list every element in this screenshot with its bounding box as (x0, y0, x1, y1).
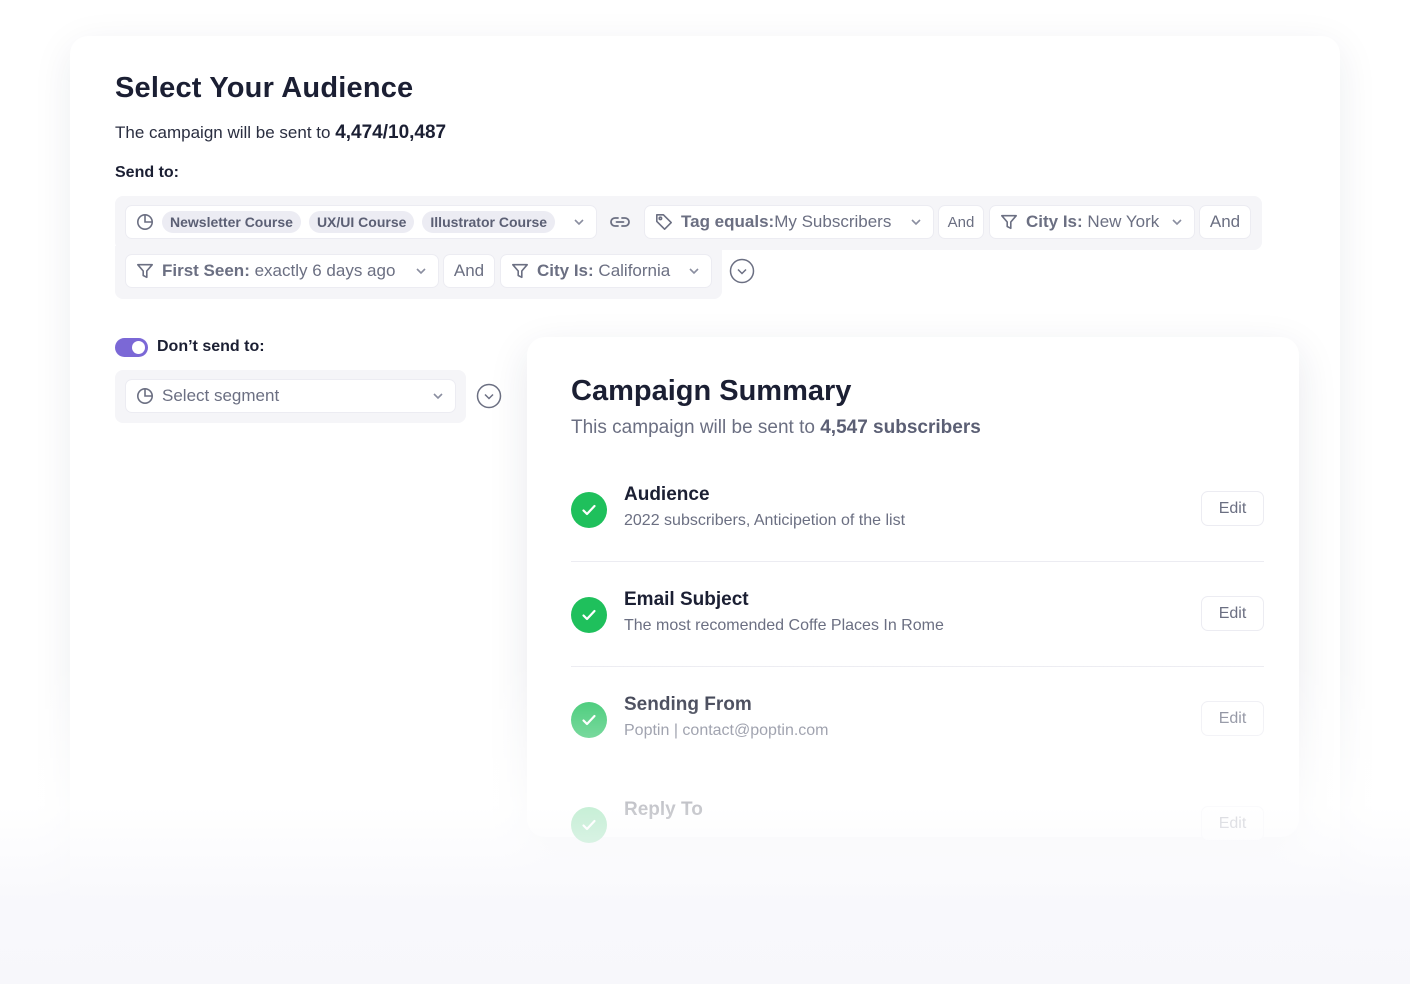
chevron-down-icon (431, 389, 445, 403)
select-segment-placeholder: Select segment (162, 386, 280, 405)
edit-button[interactable]: Edit (1201, 806, 1264, 841)
city-filter[interactable]: City Is: California (500, 254, 712, 288)
summary-row-email-subject: Email Subject The most recomended Coffe … (571, 589, 1264, 702)
summary-row-desc: 2022 subscribers, Anticipetion of the li… (624, 512, 906, 529)
city-filter[interactable]: City Is: New York (989, 205, 1195, 239)
summary-row-title: Audience (624, 484, 710, 505)
city-filter-text: City Is: California (537, 261, 670, 281)
summary-row-title: Reply To (624, 799, 703, 820)
tag-filter-value: My Subscribers (774, 212, 892, 231)
summary-row-title: Sending From (624, 694, 752, 715)
tag-filter-key: Tag equals: (681, 212, 775, 231)
summary-row-reply-to: Reply To Edit (571, 799, 1264, 912)
summary-title: Campaign Summary (571, 375, 852, 407)
check-icon (571, 492, 607, 528)
city-filter-key: City Is: (537, 261, 594, 280)
filter-icon (1000, 213, 1018, 231)
and-operator[interactable]: And (443, 254, 495, 288)
chevron-down-icon (414, 264, 428, 278)
first-seen-key: First Seen: (162, 261, 250, 280)
summary-row-desc: The most recomended Coffe Places In Rome (624, 617, 944, 634)
chevron-down-icon (909, 215, 923, 229)
and-operator[interactable]: And (938, 205, 984, 239)
dont-send-label: Don’t send to: (157, 338, 265, 355)
summary-row-title: Email Subject (624, 589, 749, 610)
and-operator[interactable]: And (1199, 205, 1251, 239)
audience-count-text: The campaign will be sent to 4,474/10,48… (115, 122, 446, 144)
summary-count-prefix: This campaign will be sent to (571, 417, 815, 438)
first-seen-value: exactly 6 days ago (254, 261, 396, 280)
edit-button[interactable]: Edit (1201, 491, 1264, 526)
city-filter-value: California (598, 261, 671, 280)
chevron-down-icon (1170, 215, 1184, 229)
chevron-down-icon (687, 264, 701, 278)
summary-row-sending-from: Sending From Poptin | contact@poptin.com… (571, 694, 1264, 807)
summary-row-audience: Audience 2022 subscribers, Anticipetion … (571, 484, 1264, 597)
send-to-label: Send to: (115, 164, 179, 181)
segment-tag[interactable]: UX/UI Course (308, 211, 415, 233)
link-icon[interactable] (608, 210, 632, 234)
tag-icon (655, 213, 673, 231)
segment-pie-icon (136, 387, 154, 405)
city-filter-key: City Is: (1026, 212, 1083, 231)
first-seen-text: First Seen: exactly 6 days ago (162, 261, 395, 281)
segment-tag[interactable]: Newsletter Course (162, 211, 301, 233)
chevron-down-icon (572, 215, 586, 229)
row-divider (571, 666, 1264, 667)
check-icon (571, 702, 607, 738)
tag-filter[interactable]: Tag equals:My Subscribers (644, 205, 934, 239)
page-title: Select Your Audience (115, 72, 414, 104)
add-condition-icon[interactable] (476, 383, 502, 409)
city-filter-text: City Is: New York (1026, 212, 1159, 232)
first-seen-filter[interactable]: First Seen: exactly 6 days ago (125, 254, 439, 288)
edit-button[interactable]: Edit (1201, 701, 1264, 736)
segment-tag[interactable]: Illustrator Course (422, 211, 556, 233)
edit-button[interactable]: Edit (1201, 596, 1264, 631)
city-filter-value: New York (1087, 212, 1160, 231)
summary-count-text: This campaign will be sent to 4,547 subs… (571, 417, 981, 439)
tag-filter-text: Tag equals:My Subscribers (681, 212, 891, 232)
select-segment-dropdown[interactable]: Select segment (125, 379, 456, 413)
filter-icon (511, 262, 529, 280)
audience-count-value: 4,474/10,487 (335, 122, 447, 143)
audience-count-prefix: The campaign will be sent to (115, 123, 331, 142)
dont-send-toggle[interactable] (115, 338, 148, 357)
segment-pie-icon (136, 213, 154, 231)
summary-count-value: 4,547 subscribers (820, 417, 981, 438)
row-divider (571, 561, 1264, 562)
summary-row-desc: Poptin | contact@poptin.com (624, 722, 829, 739)
segment-select[interactable]: Newsletter Course UX/UI Course Illustrat… (125, 205, 597, 239)
check-icon (571, 807, 607, 843)
check-icon (571, 597, 607, 633)
filter-icon (136, 262, 154, 280)
add-condition-icon[interactable] (729, 258, 755, 284)
